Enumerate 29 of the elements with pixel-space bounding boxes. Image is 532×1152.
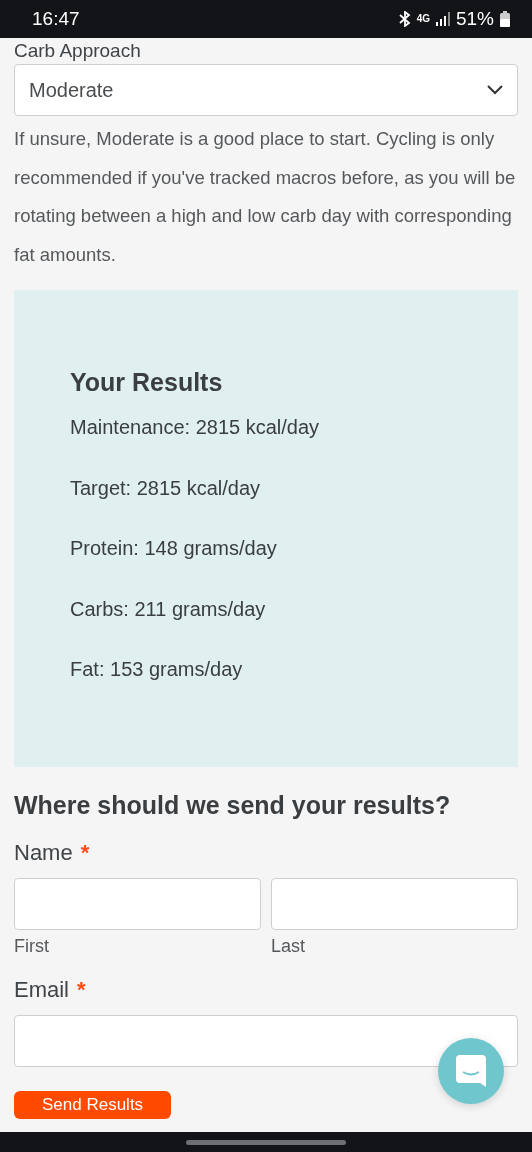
result-line: Maintenance: 2815 kcal/day	[70, 415, 321, 439]
chat-bubble-icon	[456, 1055, 486, 1087]
result-line: Target: 2815 kcal/day	[70, 475, 262, 500]
battery-icon	[500, 11, 510, 27]
signal-icon	[435, 12, 450, 26]
field-label: Carb Approach	[14, 40, 142, 62]
battery-percent: 51%	[455, 8, 494, 30]
form-title: Where should we send your results?	[14, 791, 452, 820]
hint-text: If unsure, Moderate is a good place to start. Cycling is only recommended if you've tracked macros before, as you will be rotating between a high and low carb day with corresponding fat amounts.	[14, 127, 517, 267]
status-time: 16:47	[32, 8, 80, 30]
required-mark: *	[80, 840, 90, 866]
field-sublabel: Last	[271, 936, 307, 957]
chevron-down-icon	[487, 85, 503, 95]
bluetooth-icon	[398, 11, 411, 27]
carb-approach-select[interactable]: Moderate	[14, 64, 518, 116]
field-label: Email	[14, 977, 69, 1003]
field-label: Name	[14, 840, 73, 866]
name-input-field[interactable]	[271, 878, 518, 930]
results-title: Your Results	[70, 368, 224, 397]
result-line: Carbs: 211 grams/day	[70, 596, 267, 621]
network-type: 4G	[416, 14, 430, 24]
result-line: Protein: 148 grams/day	[70, 536, 278, 560]
result-line: Fat: 153 grams/day	[70, 657, 244, 681]
email-input-field[interactable]	[14, 1015, 518, 1067]
required-mark: *	[77, 977, 86, 1003]
home-indicator[interactable]	[186, 1139, 346, 1145]
field-sublabel: First	[14, 936, 50, 957]
chat-button[interactable]	[438, 1038, 504, 1104]
name-input-field[interactable]	[14, 878, 261, 930]
